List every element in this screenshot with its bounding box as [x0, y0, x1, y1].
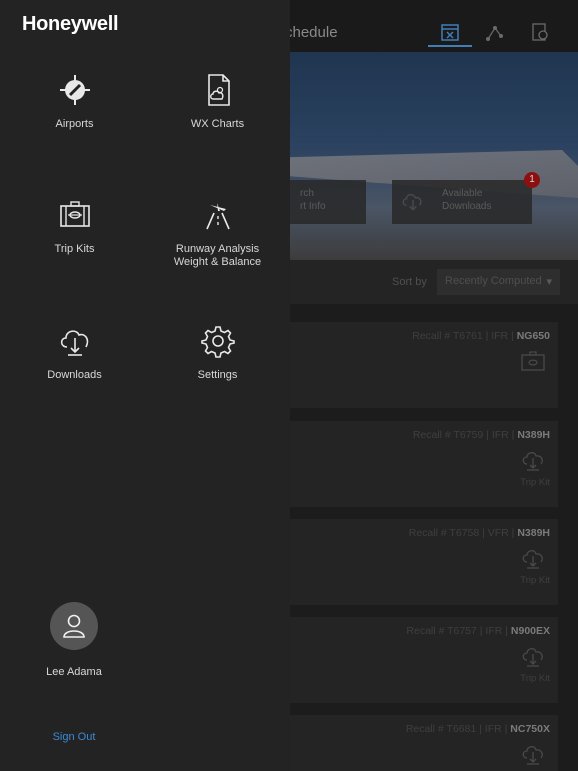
- plan-tail-number: NC750X: [510, 723, 550, 735]
- cloud-download-icon[interactable]: [520, 547, 546, 569]
- menu-item-label: Airports: [55, 118, 94, 130]
- plan-recall-text: Recall # T6681 | IFR |: [405, 723, 511, 735]
- avatar[interactable]: [50, 602, 98, 650]
- flight-plan-card[interactable]: Recall # T6761 | IFR | NG650: [290, 322, 558, 408]
- menu-item-settings[interactable]: Settings: [145, 323, 290, 382]
- sign-out-link[interactable]: Sign Out: [0, 731, 148, 743]
- brand-logo: Honeywell: [22, 13, 119, 35]
- plan-recall-info: Recall # T6681 | IFR | NC750X: [406, 723, 550, 735]
- search-airport-info-card[interactable]: rch rt Info: [290, 180, 366, 224]
- plan-tail-number: NG650: [516, 330, 550, 342]
- plan-recall-text: Recall # T6758 | VFR |: [408, 527, 518, 539]
- plan-recall-info: Recall # T6761 | IFR | NG650: [412, 330, 550, 342]
- cloud-download-icon[interactable]: [520, 449, 546, 471]
- flight-plan-card[interactable]: Recall # T6759 | IFR | N389H Trip Kit: [290, 421, 558, 507]
- user-icon: [63, 614, 85, 638]
- flight-plan-card[interactable]: Recall # T6757 | IFR | N900EX Trip Kit: [290, 617, 558, 703]
- route-icon[interactable]: [482, 20, 506, 44]
- gear-icon: [200, 326, 235, 358]
- cloud-download-icon: [402, 193, 422, 211]
- menu-item-label: Trip Kits: [54, 243, 95, 255]
- cloud-download-icon[interactable]: [520, 645, 546, 667]
- plan-recall-info: Recall # T6758 | VFR | N389H: [409, 527, 550, 539]
- menu-item-airports[interactable]: Airports: [2, 72, 147, 131]
- trip-kit-icon[interactable]: [520, 350, 546, 372]
- plan-tail-number: N389H: [517, 429, 550, 441]
- weather-chart-icon: [207, 74, 230, 106]
- menu-item-trip-kits[interactable]: Trip Kits: [2, 197, 147, 256]
- user-profile[interactable]: Lee Adama: [0, 602, 148, 678]
- calendar-icon[interactable]: [438, 20, 462, 44]
- plan-recall-info: Recall # T6759 | IFR | N389H: [413, 429, 550, 441]
- menu-item-label: Downloads: [47, 369, 102, 381]
- menu-item-wx-charts[interactable]: WX Charts: [145, 72, 290, 131]
- navigation-drawer: Honeywell Airports WX Charts Trip Kits R…: [0, 0, 290, 771]
- chevron-down-icon: ▾: [546, 276, 552, 288]
- plan-tail-number: N900EX: [510, 625, 550, 637]
- runway-analysis-icon: [205, 203, 230, 230]
- plan-action-label: Trip Kit: [520, 575, 550, 586]
- flight-plan-card[interactable]: Recall # T6758 | VFR | N389H Trip Kit: [290, 519, 558, 605]
- document-settings-icon[interactable]: [528, 20, 552, 44]
- airport-icon: [59, 75, 90, 105]
- menu-item-label: Settings: [197, 369, 238, 381]
- downloads-count-badge: 1: [524, 172, 540, 188]
- plan-action-label: Trip Kit: [520, 673, 550, 684]
- cloud-download-icon: [60, 330, 88, 356]
- menu-item-downloads[interactable]: Downloads: [2, 323, 147, 382]
- plan-recall-text: Recall # T6757 | IFR |: [406, 625, 511, 637]
- active-tab-indicator: [428, 45, 472, 47]
- trip-kit-icon: [59, 201, 90, 227]
- flight-plan-card[interactable]: Recall # T6681 | IFR | NC750X: [290, 715, 558, 771]
- plan-action-label: Trip Kit: [520, 477, 550, 488]
- menu-item-label: WX Charts: [190, 118, 245, 130]
- sort-selected-value: Recently Computed: [445, 275, 542, 287]
- plan-recall-info: Recall # T6757 | IFR | N900EX: [406, 625, 550, 637]
- plan-recall-text: Recall # T6759 | IFR |: [412, 429, 518, 441]
- menu-item-runway-analysis[interactable]: Runway Analysis Weight & Balance: [145, 197, 290, 269]
- cloud-download-icon[interactable]: [520, 743, 546, 765]
- plan-tail-number: N389H: [517, 527, 550, 539]
- sort-select[interactable]: Recently Computed ▾: [437, 269, 560, 295]
- plan-recall-text: Recall # T6761 | IFR |: [412, 330, 517, 342]
- user-name: Lee Adama: [46, 666, 102, 678]
- menu-item-label: Runway Analysis Weight & Balance: [173, 243, 262, 268]
- page-title: chedule: [285, 24, 338, 41]
- sort-label: Sort by: [392, 276, 427, 288]
